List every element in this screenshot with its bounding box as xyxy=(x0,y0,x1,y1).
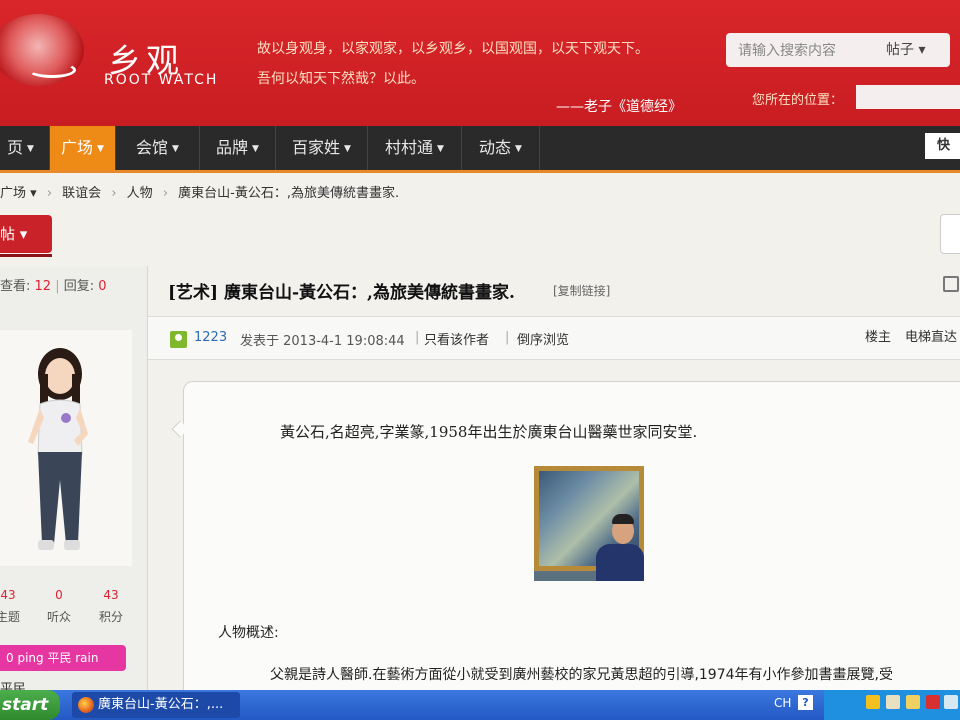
location-label: 您所在的位置： xyxy=(752,93,844,108)
breadcrumb-separator: › xyxy=(111,186,117,201)
breadcrumb-separator: › xyxy=(162,186,169,201)
quick-nav-button[interactable]: 快 xyxy=(925,133,960,159)
stat-label: 主题 xyxy=(0,610,20,624)
stat-value: 43 xyxy=(103,588,119,602)
nav-item-hall[interactable]: 会馆 ▼ xyxy=(116,126,200,170)
stat-label: 听众 xyxy=(46,610,71,624)
replies-label: 回复: xyxy=(63,279,95,294)
author-stat-threads[interactable]: 43 主题 xyxy=(0,588,28,625)
nav-label: 百家姓 xyxy=(292,138,341,157)
avatar[interactable] xyxy=(0,330,132,566)
nav-item-square[interactable]: 广场 ▼ xyxy=(50,126,116,170)
views-label: 查看: xyxy=(0,279,31,294)
nav-label: 村村通 xyxy=(385,138,434,157)
post-section-heading: 人物概述: xyxy=(218,625,279,641)
network-icon[interactable] xyxy=(944,695,958,709)
chevron-down-icon: ▼ xyxy=(97,143,104,154)
post-paragraph-bio: 父親是詩人醫師.在藝術方面從小就受到廣州藝校的家兄黃思超的引導,1974年有小作… xyxy=(270,667,893,683)
antivirus-icon[interactable] xyxy=(926,695,940,709)
post-paragraph-intro: 黃公石,名超亮,字業篆,1958年出生於廣東台山醫藥世家同安堂. xyxy=(280,423,698,441)
nav-item-villages[interactable]: 村村通 ▼ xyxy=(368,126,462,170)
side-collapse-tab[interactable] xyxy=(940,214,960,254)
author-stat-points[interactable]: 43 积分 xyxy=(91,588,131,625)
replies-count: 0 xyxy=(98,279,107,294)
taskbar-browser-window[interactable]: 廣東台山-黃公石：,... xyxy=(72,692,240,718)
header-quote-source: ——老子《道德经》 xyxy=(556,99,682,115)
meta-separator: | xyxy=(415,330,420,345)
notification-icon[interactable] xyxy=(906,695,920,709)
nav-label: 页 xyxy=(7,138,24,157)
chevron-down-icon: ▼ xyxy=(437,143,444,154)
copy-link-button[interactable]: [复制链接] xyxy=(553,282,610,299)
language-indicator[interactable]: CH xyxy=(774,696,791,710)
security-shield-icon[interactable] xyxy=(866,695,880,709)
chevron-down-icon: ▼ xyxy=(172,143,179,154)
stat-value: 0 xyxy=(55,588,63,602)
breadcrumb-separator: › xyxy=(46,186,53,201)
chevron-down-icon: ▼ xyxy=(515,143,522,154)
breadcrumb-current: 廣東台山-黃公石：,為旅美傳統書畫家. xyxy=(178,186,400,201)
stat-label: 积分 xyxy=(98,610,123,624)
chevron-down-icon: ▼ xyxy=(27,143,34,154)
chevron-down-icon: ▼ xyxy=(344,143,351,154)
avatar-girl-illustration xyxy=(28,348,88,550)
new-post-button-shadow xyxy=(0,254,52,257)
main-nav: 页 ▼ 广场 ▼ 会馆 ▼ 品牌 ▼ 百家姓 ▼ 村村通 ▼ 动态 ▼ xyxy=(0,126,960,170)
author-stats: 43 主题 0 听众 43 积分 xyxy=(0,588,135,628)
header-quote-line1: 故以身观身，以家观家，以乡观乡，以国观国，以天下观天下。 xyxy=(257,41,649,57)
nav-item-home[interactable]: 页 ▼ xyxy=(0,126,50,170)
post-author-link[interactable]: 1223 xyxy=(194,330,227,345)
photo-person-body xyxy=(596,544,644,581)
header-quote-line2: 吾何以知天下然哉？以此。 xyxy=(257,71,425,87)
location-field xyxy=(856,85,960,109)
print-icon[interactable] xyxy=(943,276,959,292)
chevron-down-icon: ▼ xyxy=(252,143,259,154)
start-button[interactable]: start xyxy=(0,690,60,720)
stats-separator: | xyxy=(55,279,64,294)
breadcrumb: 广场 ▾ › 联谊会 › 人物 › 廣東台山-黃公石：,為旅美傳統書畫家. xyxy=(0,180,405,208)
author-stat-listeners[interactable]: 0 听众 xyxy=(39,588,79,625)
nav-label: 会馆 xyxy=(136,138,169,157)
stat-value: 43 xyxy=(0,588,16,602)
logo-text-en[interactable]: ROOT WATCH xyxy=(104,72,218,88)
thread-stats: 查看: 12 | 回复: 0 xyxy=(0,275,107,294)
post-time: 发表于 2013-4-1 19:08:44 xyxy=(240,334,405,349)
search-type-dropdown[interactable]: 帖子 ▾ xyxy=(886,33,950,67)
user-online-icon xyxy=(170,331,187,348)
reverse-order-link[interactable]: 倒序浏览 xyxy=(517,329,569,348)
nav-label: 动态 xyxy=(479,138,512,157)
firefox-icon xyxy=(78,697,94,713)
breadcrumb-square[interactable]: 广场 ▾ xyxy=(0,186,37,201)
nav-underline xyxy=(0,170,960,173)
photo-person-hair xyxy=(612,514,634,524)
nav-item-surnames[interactable]: 百家姓 ▼ xyxy=(276,126,368,170)
new-post-button[interactable]: 帖 ▾ xyxy=(0,215,52,253)
breadcrumb-association[interactable]: 联谊会 xyxy=(62,186,101,201)
search-input[interactable] xyxy=(726,33,876,67)
floor-label: 楼主 xyxy=(865,330,892,345)
nav-label: 品牌 xyxy=(216,138,249,157)
breadcrumb-people[interactable]: 人物 xyxy=(127,186,153,201)
site-header: 乡观 ROOT WATCH 故以身观身，以家观家，以乡观乡，以国观国，以天下观天… xyxy=(0,0,960,126)
folder-icon[interactable] xyxy=(886,695,900,709)
floor-jump-link[interactable]: 电梯直达 xyxy=(905,326,957,345)
nav-item-brand[interactable]: 品牌 ▼ xyxy=(200,126,276,170)
search-box: 帖子 ▾ xyxy=(726,33,950,67)
nav-label: 广场 xyxy=(61,138,94,157)
user-group-badge: 0 ping 平民 rain xyxy=(0,645,126,671)
meta-separator: | xyxy=(505,330,510,345)
nav-item-activity[interactable]: 动态 ▼ xyxy=(462,126,540,170)
views-count: 12 xyxy=(34,279,52,294)
only-author-link[interactable]: 只看该作者 xyxy=(424,329,489,348)
logo-swirl-icon xyxy=(28,62,76,78)
post-photo[interactable] xyxy=(534,466,644,581)
thread-title: [艺术] 廣東台山-黃公石：,為旅美傳統書畫家. xyxy=(168,283,515,303)
help-icon[interactable]: ? xyxy=(798,695,813,710)
